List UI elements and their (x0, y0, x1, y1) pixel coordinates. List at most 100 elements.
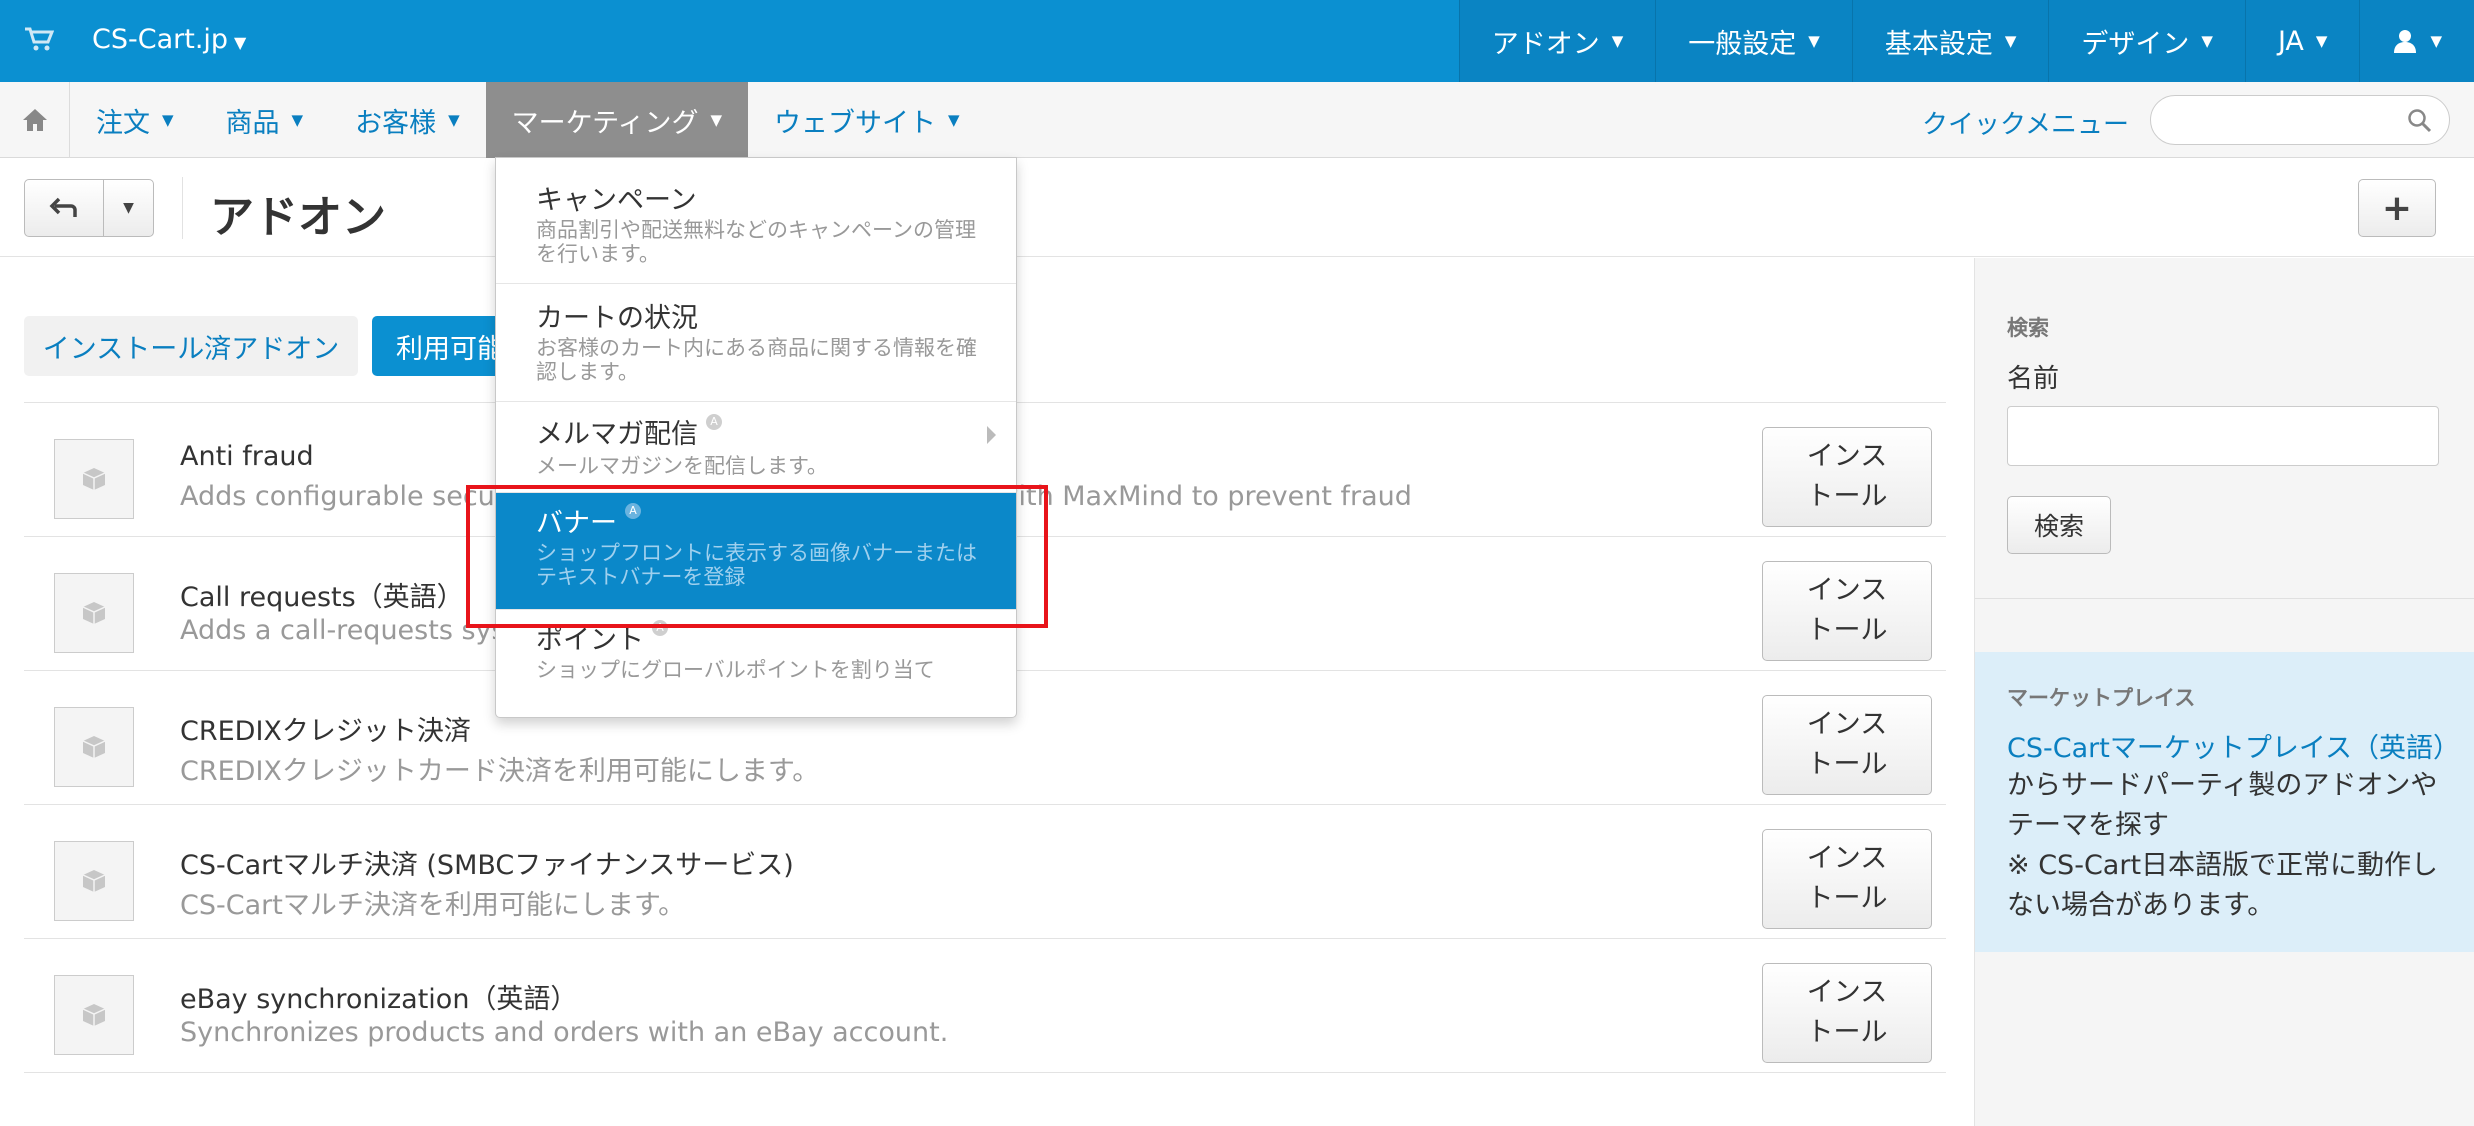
menu-item-title: メルマガ配信 A (536, 412, 722, 451)
install-button[interactable]: インス トール (1762, 829, 1932, 929)
chevron-down-icon: ▼ (291, 111, 304, 129)
addon-name[interactable]: CS-Cartマルチ決済 (SMBCファイナンスサービス) (180, 843, 794, 882)
tab-available-addons[interactable]: 利用可能なアドオン (372, 316, 502, 376)
top-nav-label: JA (2277, 25, 2304, 57)
menu-item-label: メルマガ配信 (536, 419, 698, 450)
toolbar-divider (182, 177, 183, 239)
nav-products[interactable]: 商品 ▼ (200, 82, 330, 158)
nav-website[interactable]: ウェブサイト ▼ (748, 82, 986, 158)
chevron-down-icon: ▼ (162, 111, 174, 129)
home-button[interactable] (0, 82, 70, 158)
name-label: 名前 (2007, 364, 2060, 394)
chevron-down-icon: ▼ (710, 111, 723, 129)
addon-description: CS-Cartマルチ決済を利用可能にします。 (180, 890, 686, 921)
marketplace-link[interactable]: CS-Cartマーケットプレイス（英語） (2007, 726, 2460, 765)
marketplace-note: ※ CS-Cart日本語版で正常に動作しない場合があります。 (2007, 850, 2439, 921)
package-icon (82, 1004, 106, 1026)
top-nav-language[interactable]: JA ▼ (2244, 0, 2360, 82)
nav-label: お客様 (355, 107, 437, 139)
menu-item-title: キャンペーン (536, 185, 697, 216)
top-nav-label: デザイン (2081, 28, 2190, 60)
addon-description: Synchronizes products and orders with an… (180, 1017, 949, 1048)
chevron-down-icon: ▼ (2430, 32, 2442, 50)
menu-item-title: カートの状況 (536, 303, 698, 334)
tab-installed-addons[interactable]: インストール済アドオン (24, 316, 358, 376)
global-search-input[interactable] (2150, 95, 2450, 145)
submenu-arrow-icon (987, 426, 996, 444)
page-title: アドオン (210, 192, 386, 243)
install-button[interactable]: インス トール (1762, 963, 1932, 1063)
chevron-down-icon: ▼ (2201, 32, 2213, 50)
cart-icon[interactable] (24, 26, 54, 52)
chevron-down-icon: ▼ (2315, 32, 2328, 50)
home-icon (22, 109, 47, 131)
top-nav-user[interactable]: ▼ (2359, 0, 2474, 82)
addon-name[interactable]: eBay synchronization（英語） (180, 977, 577, 1016)
addon-description: CREDIXクレジットカード決済を利用可能にします。 (180, 756, 820, 787)
top-nav-general-settings[interactable]: 一般設定 ▼ (1655, 0, 1852, 82)
nav-customers[interactable]: お客様 ▼ (329, 82, 486, 158)
menu-item-description: ショップにグローバルポイントを割り当て (536, 658, 935, 682)
user-icon (2394, 30, 2417, 53)
install-label: インス トール (1806, 709, 1888, 780)
search-icon[interactable] (2407, 108, 2433, 134)
top-nav-design[interactable]: デザイン ▼ (2048, 0, 2245, 82)
back-history-dropdown[interactable]: ▼ (103, 180, 153, 236)
addon-row: CS-Cartマルチ決済 (SMBCファイナンスサービス) CS-Cartマルチ… (24, 805, 1946, 939)
install-label: インス トール (1806, 441, 1888, 512)
nav-marketing[interactable]: マーケティング ▼ (485, 82, 749, 158)
right-sidebar: 検索 名前 検索 マーケットプレイス CS-Cartマーケットプレイス（英語） … (1974, 258, 2474, 1126)
chevron-down-icon: ▼ (948, 111, 960, 129)
menu-item-promotions[interactable]: キャンペーン 商品割引や配送無料などのキャンペーンの管理を行います。 (496, 158, 1016, 284)
top-nav-basic-settings[interactable]: 基本設定 ▼ (1851, 0, 2049, 82)
search-button[interactable]: 検索 (2007, 496, 2111, 554)
add-button[interactable]: + (2358, 179, 2436, 237)
menu-item-cart-status[interactable]: カートの状況 お客様のカート内にある商品に関する情報を確認します。 (496, 284, 1016, 402)
marketing-dropdown-menu: キャンペーン 商品割引や配送無料などのキャンペーンの管理を行います。 カートの状… (495, 157, 1017, 718)
page-toolbar: ▼ アドオン + (0, 159, 2474, 257)
top-nav-label: 一般設定 (1688, 28, 1797, 60)
nav-label: ウェブサイト (774, 107, 937, 139)
back-button[interactable] (25, 180, 103, 236)
caret-down-icon: ▼ (123, 200, 134, 216)
install-button[interactable]: インス トール (1762, 695, 1932, 795)
back-arrow-icon (49, 197, 77, 217)
addon-thumbnail (54, 707, 134, 787)
main-nav: 注文 ▼ 商品 ▼ お客様 ▼ マーケティング ▼ ウェブサイト ▼ クイックメニュー (0, 82, 2474, 158)
addon-name[interactable]: CREDIXクレジット決済 (180, 709, 471, 748)
install-label: インス トール (1806, 977, 1888, 1048)
menu-item-label: ポイント (536, 625, 644, 656)
addon-name[interactable]: Call requests（英語） (180, 575, 464, 614)
addon-thumbnail (54, 573, 134, 653)
nav-label: 注文 (96, 107, 150, 139)
marketplace-text: からサードパーティ製のアドオンやテーマを探す ※ CS-Cart日本語版で正常に… (2007, 766, 2447, 926)
nav-label: 商品 (225, 107, 280, 139)
addon-thumbnail (54, 841, 134, 921)
nav-orders[interactable]: 注文 ▼ (70, 82, 200, 158)
marketplace-heading: マーケットプレイス (2007, 686, 2196, 710)
search-heading: 検索 (2007, 316, 2049, 340)
marketplace-panel: マーケットプレイス CS-Cartマーケットプレイス（英語） からサードパーティ… (1975, 652, 2474, 952)
back-button-group: ▼ (24, 179, 154, 237)
name-search-input[interactable] (2007, 406, 2439, 466)
menu-item-newsletters[interactable]: メルマガ配信 A メールマガジンを配信します。 (496, 402, 1016, 493)
addon-row: eBay synchronization（英語） Synchronizes pr… (24, 939, 1946, 1073)
marketplace-description: からサードパーティ製のアドオンやテーマを探す (2007, 770, 2438, 841)
chevron-down-icon: ▼ (2004, 32, 2017, 50)
chevron-down-icon: ▼ (1611, 32, 1624, 50)
install-button[interactable]: インス トール (1762, 427, 1932, 527)
divider (1975, 598, 2474, 599)
install-label: インス トール (1806, 843, 1888, 914)
addon-name[interactable]: Anti fraud (180, 441, 314, 472)
top-bar: CS-Cart.jp ▼ アドオン ▼ 一般設定 ▼ 基本設定 ▼ デザイン ▼ JA ▼ … (0, 0, 2474, 82)
top-nav-label: アドオン (1491, 28, 1600, 60)
store-switcher[interactable]: CS-Cart.jp ▼ (92, 24, 246, 55)
install-button[interactable]: インス トール (1762, 561, 1932, 661)
brand-label: CS-Cart.jp (92, 24, 229, 55)
top-nav-addons[interactable]: アドオン ▼ (1458, 0, 1656, 82)
chevron-down-icon: ▼ (1808, 32, 1820, 50)
annotation-highlight-box (466, 485, 1048, 628)
package-icon (82, 870, 106, 892)
install-label: インス トール (1806, 575, 1888, 646)
quick-menu-link[interactable]: クイックメニュー (1922, 104, 2129, 141)
